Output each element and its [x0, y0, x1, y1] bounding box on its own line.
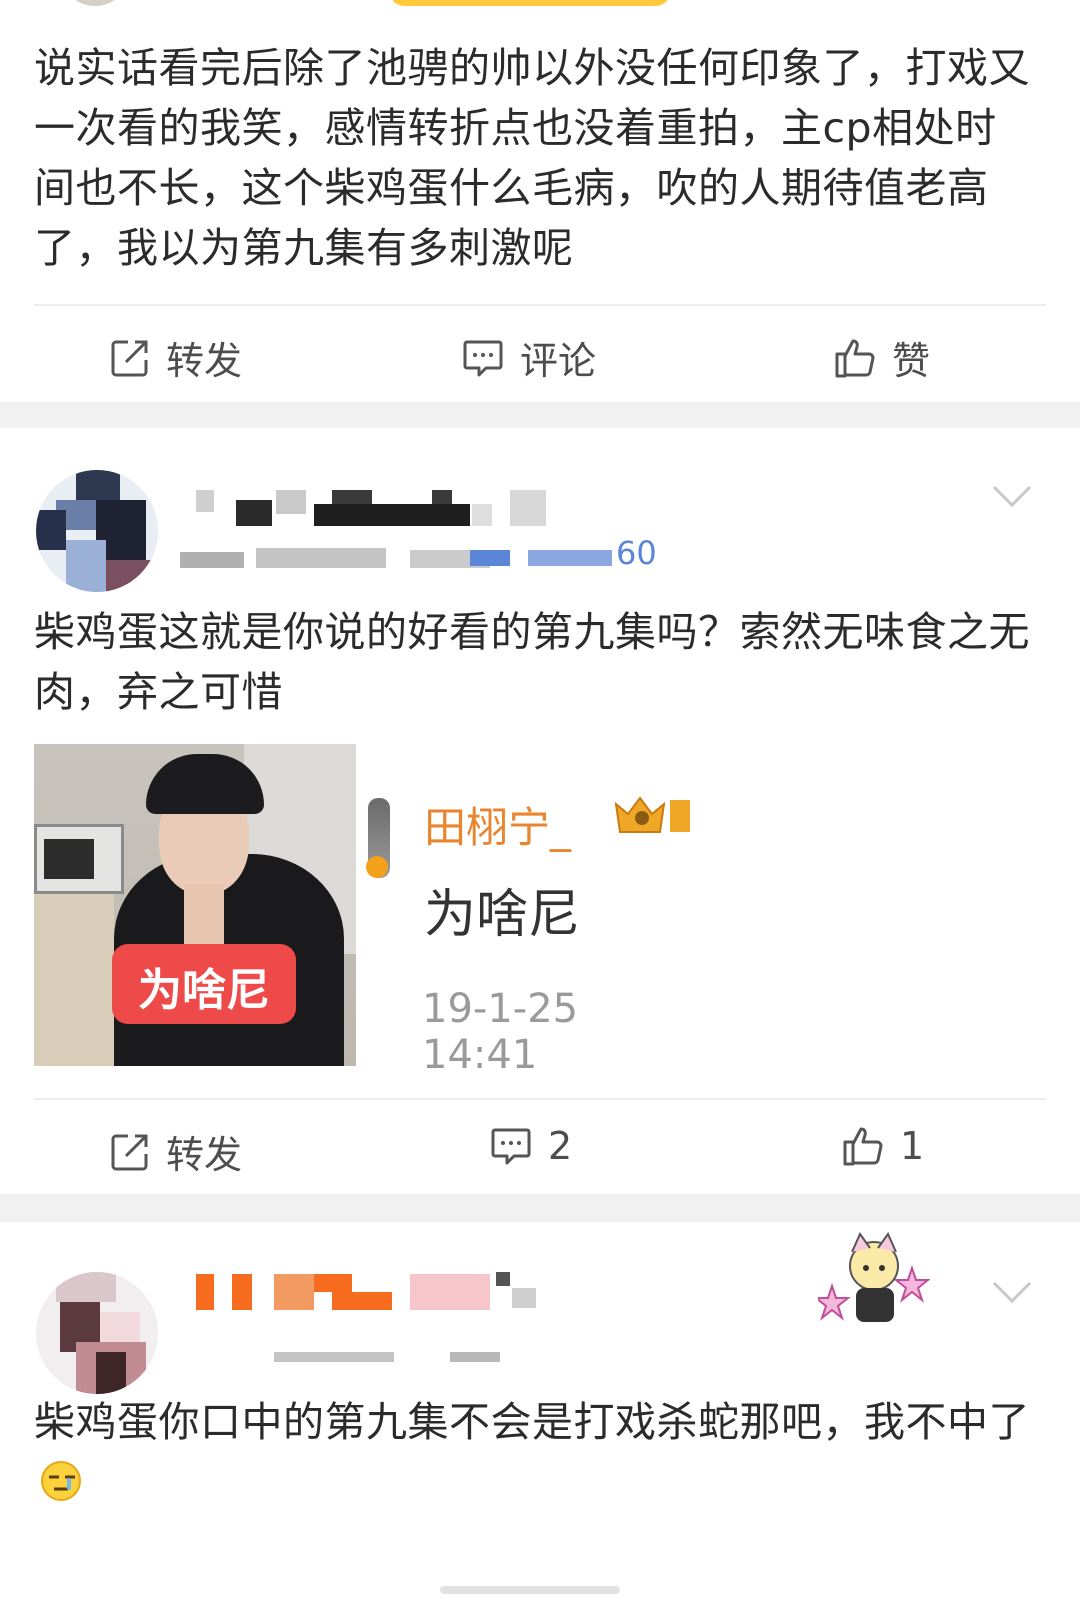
repost-icon — [110, 1132, 150, 1172]
repost-button[interactable]: 转发 — [110, 1124, 242, 1179]
chevron-down-icon[interactable] — [992, 484, 1032, 510]
repost-button[interactable]: 转发 — [110, 330, 242, 385]
verified-icon — [366, 856, 388, 878]
feed-separator — [0, 402, 1080, 428]
comment-icon — [490, 1126, 532, 1166]
post-image[interactable]: 为啥尼 田栩宁_ 为啥尼 19-1-25 14:41 — [34, 744, 690, 1078]
like-button[interactable]: 赞 — [834, 330, 930, 385]
emoji-icon — [40, 1458, 82, 1518]
photo: 为啥尼 — [34, 744, 356, 1066]
post-text: 柴鸡蛋你口中的第九集不会是打戏杀蛇那吧，我不中了 — [34, 1392, 1034, 1518]
post-meta: 60 — [180, 534, 660, 572]
post-text: 柴鸡蛋这就是你说的好看的第九集吗？索然无味食之无肉，弃之可惜 — [34, 608, 1030, 716]
image-caption: 为啥尼 — [138, 965, 270, 1016]
comment-label: 评论 — [520, 339, 597, 383]
post-text-content: 柴鸡蛋你口中的第九集不会是打戏杀蛇那吧，我不中了 — [34, 1398, 1030, 1446]
comment-icon — [462, 338, 504, 378]
quoted-time: 19-1-25 14:41 — [422, 986, 579, 1078]
chevron-down-icon[interactable] — [992, 1280, 1032, 1306]
avatar[interactable] — [60, 0, 130, 6]
comment-count: 2 — [548, 1124, 573, 1168]
post-card-1: 说实话看完后除了池骋的帅以外没任何印象了，打戏又一次看的我笑，感情转折点也没着重… — [0, 0, 1080, 402]
meta-text: 60 — [616, 534, 657, 572]
avatar[interactable] — [36, 470, 158, 592]
post-text: 说实话看完后除了池骋的帅以外没任何印象了，打戏又一次看的我笑，感情转折点也没着重… — [34, 44, 1030, 272]
like-count: 1 — [900, 1124, 925, 1168]
like-label: 赞 — [892, 339, 931, 383]
comment-button[interactable]: 评论 — [462, 330, 596, 385]
crown-badge-icon — [612, 794, 690, 838]
like-icon — [834, 337, 876, 379]
vip-badge — [390, 0, 670, 6]
comment-button[interactable]: 2 — [490, 1124, 572, 1168]
post-meta — [274, 1352, 574, 1364]
username[interactable] — [196, 490, 556, 530]
quoted-username: 田栩宁_ — [424, 803, 572, 852]
home-indicator — [440, 1586, 620, 1594]
quoted-text: 为啥尼 — [424, 885, 581, 945]
decoration-sticker — [813, 1228, 931, 1332]
divider — [34, 304, 1046, 306]
post-card-2: 60 柴鸡蛋这就是你说的好看的第九集吗？索然无味食之无肉，弃之可惜 为啥尼 田栩… — [0, 428, 1080, 1194]
repost-icon — [110, 338, 150, 378]
like-button[interactable]: 1 — [842, 1124, 924, 1168]
divider — [34, 1098, 1046, 1100]
feed-separator — [0, 1194, 1080, 1222]
username[interactable] — [196, 1272, 576, 1314]
avatar[interactable] — [36, 1272, 158, 1394]
repost-label: 转发 — [166, 339, 243, 383]
like-icon — [842, 1125, 884, 1167]
repost-label: 转发 — [166, 1133, 243, 1177]
post-card-3: 柴鸡蛋你口中的第九集不会是打戏杀蛇那吧，我不中了 — [0, 1222, 1080, 1601]
